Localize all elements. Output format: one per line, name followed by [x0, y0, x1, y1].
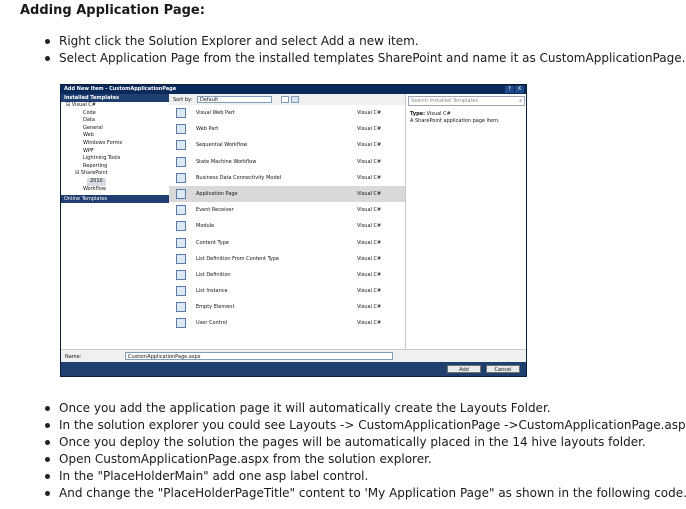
- list-item: In the solution explorer you could see L…: [45, 417, 686, 434]
- tree-node[interactable]: WPF: [61, 148, 169, 156]
- empty-element-icon: [176, 302, 186, 313]
- template-item[interactable]: List Definition From Content Type Visual …: [169, 251, 405, 267]
- tree-node[interactable]: ⊟ Visual C#: [61, 102, 169, 110]
- template-item[interactable]: Web Part Visual C#: [169, 121, 405, 137]
- list-item: Right click the Solution Explorer and se…: [45, 33, 685, 50]
- template-item[interactable]: Sequential Workflow Visual C#: [169, 137, 405, 153]
- web-part-icon: [176, 124, 186, 135]
- template-item[interactable]: List Instance Visual C#: [169, 283, 405, 299]
- template-item[interactable]: State Machine Workflow Visual C#: [169, 154, 405, 170]
- event-receiver-icon: [176, 205, 186, 216]
- template-item[interactable]: Empty Element Visual C#: [169, 299, 405, 315]
- details-panel: Search Installed Templates ⌕ Type: Visua…: [405, 94, 526, 349]
- button-bar: Add Cancel: [61, 362, 526, 376]
- name-input[interactable]: CustomApplicationPage.aspx: [125, 352, 393, 360]
- type-value: Visual C#: [426, 111, 451, 117]
- tree-node[interactable]: Workflow: [61, 186, 169, 194]
- template-description: A SharePoint application page item.: [410, 118, 500, 124]
- tree-node[interactable]: Web: [61, 132, 169, 140]
- user-control-icon: [176, 318, 186, 329]
- template-item[interactable]: Module Visual C#: [169, 218, 405, 234]
- cancel-button[interactable]: Cancel: [486, 365, 520, 373]
- tree-node[interactable]: Reporting: [61, 163, 169, 171]
- dialog-title: Add New Item - CustomApplicationPage: [61, 85, 526, 94]
- bdc-model-icon: [176, 172, 186, 183]
- template-item[interactable]: User Control Visual C#: [169, 315, 405, 331]
- online-templates-header[interactable]: Online Templates: [61, 195, 169, 204]
- template-item-selected[interactable]: Application Page Visual C#: [169, 185, 405, 203]
- tree-node[interactable]: General: [61, 125, 169, 133]
- sort-by-label: Sort by:: [173, 97, 193, 103]
- tree-node[interactable]: Windows Forms: [61, 140, 169, 148]
- application-page-icon: [176, 188, 186, 199]
- list-item: Select Application Page from the install…: [45, 50, 685, 67]
- tree-node-selected[interactable]: 2010: [61, 177, 169, 186]
- search-placeholder: Search Installed Templates: [411, 98, 479, 104]
- list-item: And change the "PlaceHolderPageTitle" co…: [45, 485, 686, 502]
- template-items: Visual Web Part Visual C# Web Part Visual …: [169, 105, 405, 332]
- templates-tree-panel: Installed Templates ⊟ Visual C# Code Dat…: [61, 94, 170, 349]
- steps-before-list: Right click the Solution Explorer and se…: [45, 33, 685, 67]
- close-button[interactable]: X: [515, 86, 524, 93]
- list-item: Once you deploy the solution the pages w…: [45, 434, 686, 451]
- template-item[interactable]: Visual Web Part Visual C#: [169, 105, 405, 121]
- add-button[interactable]: Add: [447, 365, 481, 373]
- installed-templates-header[interactable]: Installed Templates: [61, 94, 169, 102]
- templates-tree: ⊟ Visual C# Code Data General Web Window…: [61, 102, 169, 193]
- sort-bar: Sort by: Default: [169, 94, 405, 105]
- steps-after-list: Once you add the application page it wil…: [45, 400, 686, 502]
- state-machine-workflow-icon: [176, 156, 186, 167]
- tree-node[interactable]: Lightning Tools: [61, 155, 169, 163]
- module-icon: [176, 221, 186, 232]
- help-button[interactable]: ?: [505, 86, 514, 93]
- name-label: Name:: [65, 354, 82, 360]
- tree-node[interactable]: Data: [61, 117, 169, 125]
- type-label: Type:: [410, 111, 426, 117]
- template-item[interactable]: Event Receiver Visual C#: [169, 202, 405, 218]
- search-icon[interactable]: ⌕: [519, 97, 522, 105]
- page-heading: Adding Application Page:: [20, 3, 205, 18]
- list-item: In the "PlaceHolderMain" add one asp lab…: [45, 468, 686, 485]
- tree-node[interactable]: Code: [61, 110, 169, 118]
- name-bar: Name: CustomApplicationPage.aspx: [61, 349, 526, 363]
- search-templates-input[interactable]: Search Installed Templates ⌕: [408, 96, 525, 106]
- list-definition-icon: [176, 269, 186, 280]
- list-view-icon[interactable]: [291, 96, 299, 103]
- add-new-item-dialog-screenshot: Add New Item - CustomApplicationPage ? X…: [60, 84, 527, 377]
- list-instance-icon: [176, 286, 186, 297]
- template-item[interactable]: Business Data Connectivity Model Visual C…: [169, 170, 405, 186]
- content-type-icon: [176, 237, 186, 248]
- sort-by-dropdown[interactable]: Default: [197, 96, 272, 103]
- tree-node[interactable]: ⊟ SharePoint: [61, 170, 169, 178]
- template-info: Type: Visual C# A SharePoint application…: [406, 106, 526, 125]
- small-icons-view-icon[interactable]: [281, 96, 289, 103]
- template-item[interactable]: List Definition Visual C#: [169, 267, 405, 283]
- list-item: Once you add the application page it wil…: [45, 400, 686, 417]
- templates-list-panel: Sort by: Default Visual Web Part Visual C…: [169, 94, 405, 349]
- sequential-workflow-icon: [176, 140, 186, 151]
- list-item: Open CustomApplicationPage.aspx from the…: [45, 451, 686, 468]
- visual-web-part-icon: [176, 108, 186, 118]
- template-item[interactable]: Content Type Visual C#: [169, 235, 405, 251]
- list-definition-icon: [176, 253, 186, 264]
- window-buttons: ? X: [505, 86, 524, 93]
